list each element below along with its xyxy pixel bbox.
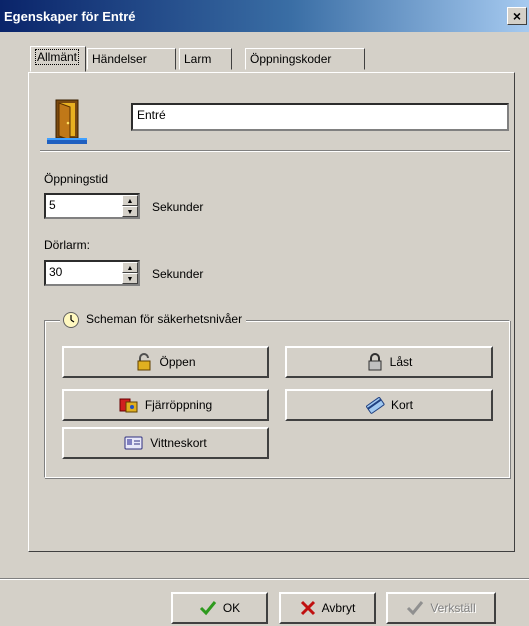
padlock-locked-icon <box>368 353 382 371</box>
spin-up-icon[interactable]: ▲ <box>122 195 138 206</box>
properties-dialog: Egenskaper för Entré × Allmänt Händelser… <box>0 0 529 626</box>
close-button[interactable]: × <box>507 7 527 25</box>
opening-time-label: Öppningstid <box>44 172 109 186</box>
opening-time-spinner[interactable]: 5 ▲ ▼ <box>44 193 140 219</box>
check-icon <box>407 601 424 616</box>
tab-general-label: Allmänt <box>35 49 80 65</box>
padlock-open-icon <box>137 353 151 371</box>
tab-opening-codes[interactable]: Öppningskoder <box>245 48 365 70</box>
ok-label: OK <box>222 601 241 615</box>
witness-card-schedule-label: Vittneskort <box>150 436 207 450</box>
tab-general[interactable]: Allmänt <box>30 46 86 72</box>
spin-down-icon[interactable]: ▼ <box>122 273 138 284</box>
apply-label: Verkställ <box>430 601 476 615</box>
door-alarm-spinner[interactable]: 30 ▲ ▼ <box>44 260 140 286</box>
witness-card-icon <box>124 436 143 450</box>
door-alarm-unit: Sekunder <box>152 267 204 281</box>
remote-open-schedule-button[interactable]: Fjärröppning <box>62 389 269 421</box>
spin-up-icon[interactable]: ▲ <box>122 262 138 273</box>
locked-schedule-button[interactable]: Låst <box>285 346 493 378</box>
card-schedule-button[interactable]: Kort <box>285 389 493 421</box>
header-separator <box>40 150 510 152</box>
ok-button[interactable]: OK <box>171 592 268 624</box>
check-icon <box>199 601 216 616</box>
remote-open-icon <box>119 398 138 413</box>
window-title: Egenskaper för Entré <box>4 9 136 24</box>
door-icon <box>47 99 87 144</box>
open-schedule-button[interactable]: Öppen <box>62 346 269 378</box>
card-icon <box>366 397 385 414</box>
x-icon <box>300 600 315 616</box>
opening-time-value: 5 <box>49 198 56 212</box>
clock-icon <box>63 311 79 328</box>
door-alarm-spin-buttons[interactable]: ▲ ▼ <box>122 262 138 284</box>
door-alarm-label: Dörlarm: <box>44 238 91 252</box>
locked-schedule-label: Låst <box>389 355 413 369</box>
schedules-legend: Scheman för säkerhetsnivåer <box>60 310 247 329</box>
tab-alarm[interactable]: Larm <box>179 48 232 70</box>
apply-button[interactable]: Verkställ <box>386 592 496 624</box>
open-schedule-label: Öppen <box>159 355 196 369</box>
card-schedule-label: Kort <box>390 398 413 412</box>
schedules-legend-text: Scheman för säkerhetsnivåer <box>86 312 243 326</box>
tab-events[interactable]: Händelser <box>87 48 176 70</box>
title-bar[interactable]: Egenskaper för Entré × <box>0 0 529 32</box>
cancel-button[interactable]: Avbryt <box>279 592 376 624</box>
door-alarm-value: 30 <box>49 265 63 279</box>
remote-open-schedule-label: Fjärröppning <box>144 398 213 412</box>
cancel-label: Avbryt <box>321 601 356 615</box>
opening-time-unit: Sekunder <box>152 200 204 214</box>
name-field[interactable]: Entré <box>131 103 509 131</box>
footer-separator <box>0 578 529 580</box>
witness-card-schedule-button[interactable]: Vittneskort <box>62 427 269 459</box>
opening-time-spin-buttons[interactable]: ▲ ▼ <box>122 195 138 217</box>
spin-down-icon[interactable]: ▼ <box>122 206 138 217</box>
